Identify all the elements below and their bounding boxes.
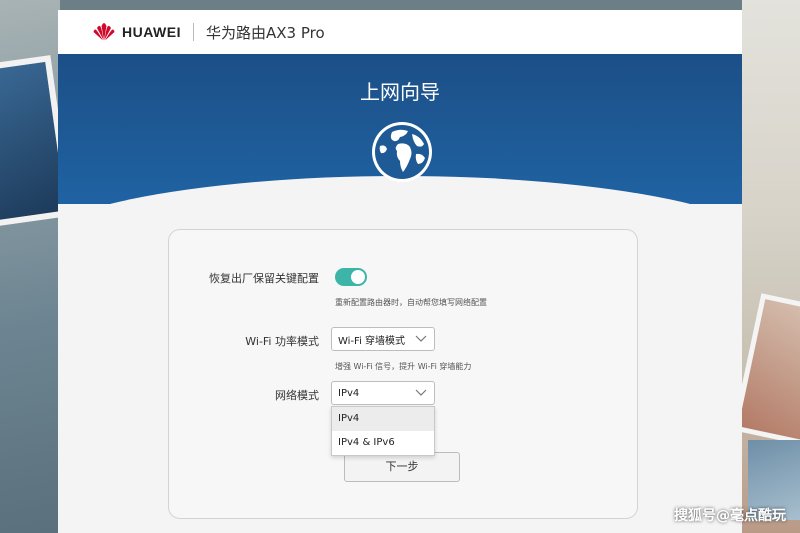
next-button[interactable]: 下一步 (344, 452, 460, 482)
restore-config-label: 恢复出厂保留关键配置 (209, 272, 319, 285)
wifi-power-mode-hint: 增强 Wi-Fi 信号，提升 Wi-Fi 穿墙能力 (335, 362, 472, 371)
chevron-down-icon (415, 335, 427, 342)
background-left (0, 0, 73, 533)
wifi-power-mode-select[interactable]: Wi-Fi 穿墙模式 (331, 327, 435, 351)
network-mode-dropdown: IPv4 IPv4 & IPv6 (331, 406, 435, 456)
router-setup-page: HUAWEI 华为路由AX3 Pro 上网向导 恢复出厂保留关键配置 重新配置路… (58, 10, 742, 533)
huawei-logo (93, 23, 115, 41)
wifi-power-mode-label: Wi-Fi 功率模式 (245, 335, 319, 348)
network-mode-option-ipv4-ipv6[interactable]: IPv4 & IPv6 (332, 431, 434, 455)
background-right (732, 0, 800, 533)
brand-name: HUAWEI (122, 24, 181, 40)
restore-config-hint: 重新配置路由器时，自动帮您填写网络配置 (335, 298, 487, 307)
top-bar: HUAWEI 华为路由AX3 Pro (58, 10, 742, 54)
network-mode-select[interactable]: IPv4 (331, 381, 435, 405)
wifi-power-mode-value: Wi-Fi 穿墙模式 (338, 335, 406, 347)
toggle-knob (351, 270, 365, 284)
product-name: 华为路由AX3 Pro (206, 23, 325, 42)
network-mode-value: IPv4 (338, 387, 360, 399)
header-divider (193, 23, 194, 41)
globe-icon (372, 122, 432, 182)
setup-card: 恢复出厂保留关键配置 重新配置路由器时，自动帮您填写网络配置 Wi-Fi 功率模… (168, 229, 638, 519)
page-title: 上网向导 (360, 80, 440, 104)
background-photo (732, 293, 800, 447)
network-mode-label: 网络模式 (275, 389, 319, 402)
restore-config-toggle[interactable] (335, 268, 367, 286)
watermark: 搜狐号@毫点酷玩 (674, 508, 786, 524)
chevron-down-icon (415, 389, 427, 396)
network-mode-option-ipv4[interactable]: IPv4 (332, 407, 434, 431)
